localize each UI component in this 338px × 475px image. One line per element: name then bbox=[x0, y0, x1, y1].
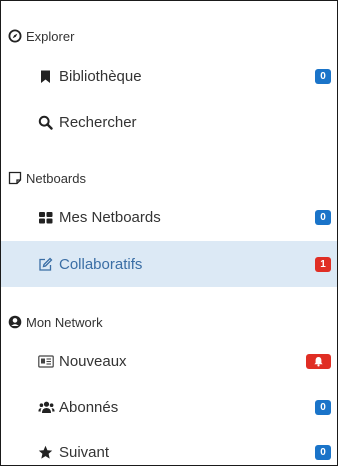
id-card-icon bbox=[38, 354, 54, 369]
user-circle-icon bbox=[8, 315, 22, 329]
section-label: Netboards bbox=[26, 170, 86, 186]
count-badge: 0 bbox=[315, 68, 331, 84]
count-badge: 0 bbox=[315, 209, 331, 225]
compass-icon bbox=[8, 29, 22, 43]
count-badge: 0 bbox=[315, 399, 331, 415]
section-label: Mon Network bbox=[26, 314, 103, 330]
count-badge: 0 bbox=[315, 444, 331, 460]
sidebar-item-label: Collaboratifs bbox=[59, 255, 143, 273]
notification-badge bbox=[306, 353, 331, 369]
sidebar-item-suivant[interactable]: Suivant 0 bbox=[1, 429, 337, 475]
sidebar-item-mes-netboards[interactable]: Mes Netboards 0 bbox=[1, 194, 337, 240]
sidebar-item-abonnes[interactable]: Abonnés 0 bbox=[1, 384, 337, 430]
bell-icon bbox=[313, 356, 324, 367]
section-explorer[interactable]: Explorer bbox=[1, 21, 337, 51]
grid-icon bbox=[38, 210, 53, 225]
sidebar-item-label: Suivant bbox=[59, 443, 110, 461]
sidebar-item-rechercher[interactable]: Rechercher bbox=[1, 99, 337, 145]
notification-badge: 1 bbox=[315, 256, 331, 272]
sidebar-item-collaboratifs[interactable]: Collaboratifs 1 bbox=[1, 241, 337, 287]
search-icon bbox=[38, 115, 53, 130]
star-icon bbox=[38, 445, 53, 460]
sidebar-item-nouveaux[interactable]: Nouveaux bbox=[1, 338, 337, 384]
section-mon-network[interactable]: Mon Network bbox=[1, 307, 337, 337]
sidebar-item-label: Rechercher bbox=[59, 113, 137, 131]
sidebar-item-label: Nouveaux bbox=[59, 352, 127, 370]
note-icon bbox=[8, 171, 22, 185]
section-label: Explorer bbox=[26, 28, 75, 44]
bookmark-icon bbox=[38, 69, 53, 84]
sidebar-item-bibliotheque[interactable]: Bibliothèque 0 bbox=[1, 53, 337, 99]
edit-icon bbox=[38, 257, 53, 272]
sidebar-item-label: Abonnés bbox=[59, 398, 119, 416]
sidebar-item-label: Bibliothèque bbox=[59, 67, 142, 85]
sidebar-item-label: Mes Netboards bbox=[59, 208, 161, 226]
section-netboards[interactable]: Netboards bbox=[1, 163, 337, 193]
sidebar-nav: Explorer Bibliothèque 0 Rechercher Netbo… bbox=[0, 0, 338, 466]
users-icon bbox=[38, 400, 55, 415]
